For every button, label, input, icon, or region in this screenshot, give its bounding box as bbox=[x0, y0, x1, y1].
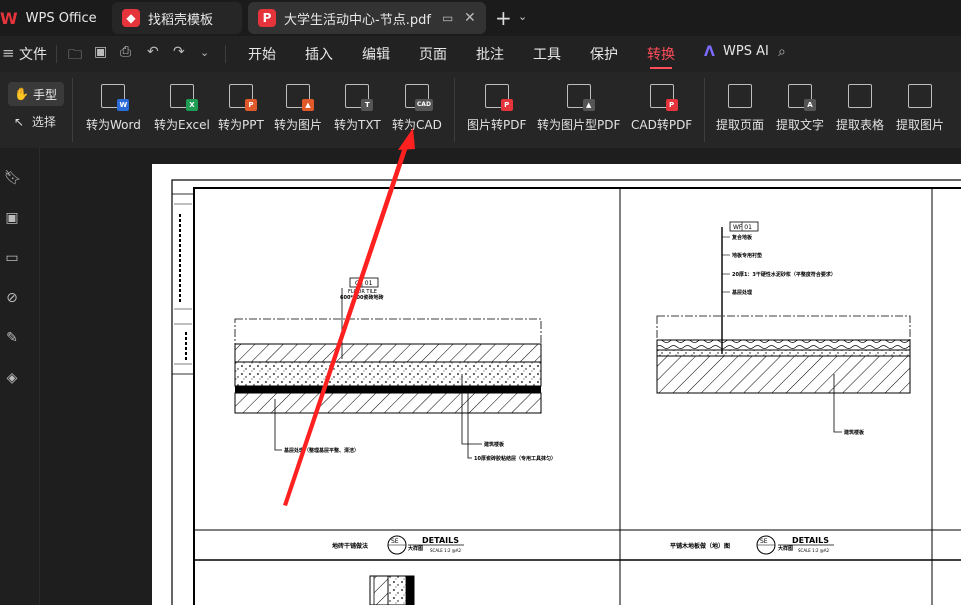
wps-window: W WPS Office ◆ 找稻壳模板 P 大学生活动中心-节点.pdf ▭ … bbox=[0, 0, 961, 605]
annotation-arrow bbox=[283, 128, 415, 506]
